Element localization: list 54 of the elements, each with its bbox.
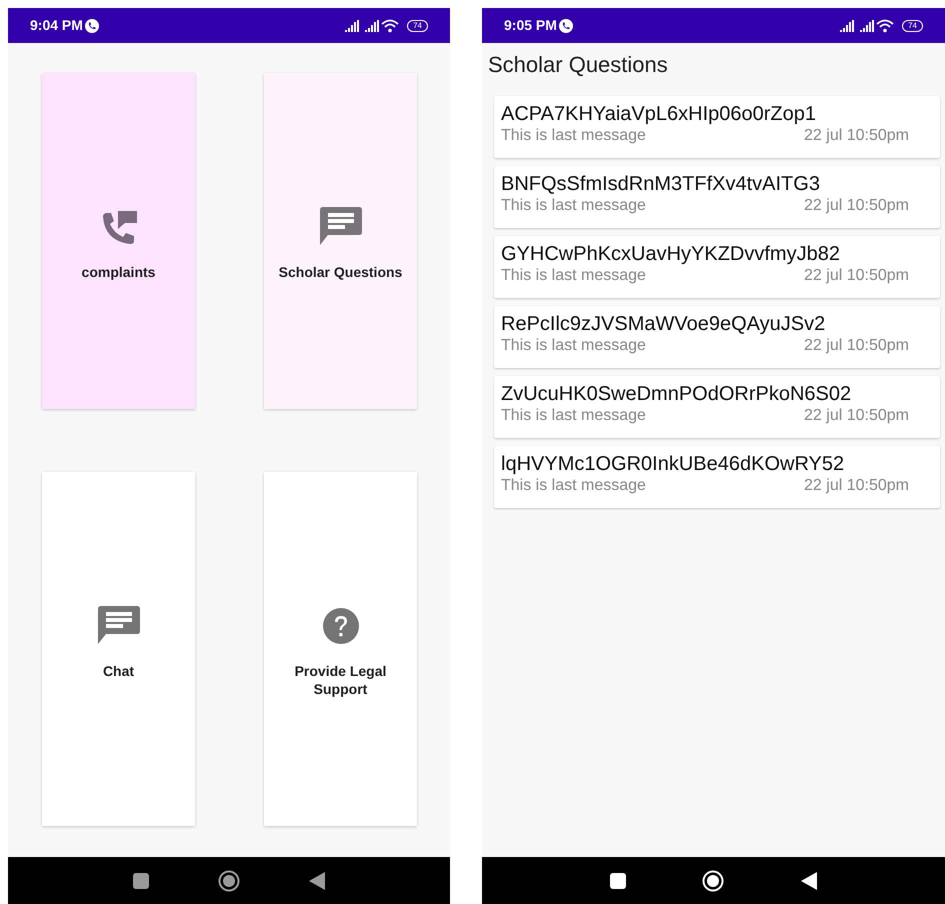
help-icon (322, 608, 358, 644)
message-preview: This is last message (501, 406, 646, 426)
signal-icon (345, 20, 360, 32)
menu-tile[interactable]: Scholar Questions (264, 73, 417, 409)
message-preview: This is last message (501, 196, 646, 216)
sender-id: ZvUcuHK0SweDmnPOdORrPkoN6S02 (501, 382, 852, 406)
message-time: 22 jul 10:50pm (804, 406, 909, 426)
menu-tile[interactable]: complaints (42, 73, 195, 409)
recents-button[interactable] (610, 872, 626, 888)
message-icon (98, 606, 140, 644)
phone-call-icon (558, 18, 573, 32)
sender-id: lqHVYMc1OGR0InkUBe46dKOwRY52 (501, 452, 846, 476)
back-button[interactable] (309, 872, 326, 890)
message-time: 22 jul 10:50pm (804, 336, 909, 356)
message-preview: This is last message (501, 336, 646, 356)
tile-label: Chat (102, 662, 136, 680)
recents-button[interactable] (132, 872, 149, 888)
message-item[interactable]: lqHVYMc1OGR0InkUBe46dKOwRY52 This is last message 22 jul 10:50pm (494, 446, 940, 508)
message-time: 22 jul 10:50pm (804, 266, 909, 286)
back-button[interactable] (800, 872, 817, 890)
battery-indicator: 74 (407, 20, 428, 32)
menu-tile[interactable]: Provide Legal Support (264, 472, 417, 826)
message-time: 22 jul 10:50pm (804, 476, 909, 496)
tile-label: Provide Legal Support (294, 662, 388, 698)
message-item[interactable]: ACPA7KHYaiaVpL6xHIp06o0rZop1 This is last message 22 jul 10:50pm (494, 96, 940, 158)
phone-call-icon (84, 18, 99, 32)
status-time: 9:05 PM (504, 16, 557, 35)
status-time: 9:04 PM (30, 16, 83, 35)
sender-id: BNFQsSfmIsdRnM3TFfXv4tvAITG3 (501, 172, 821, 196)
message-time: 22 jul 10:50pm (804, 126, 909, 146)
tile-label: complaints (80, 263, 156, 281)
signal-icon (840, 20, 854, 32)
battery-indicator: 74 (902, 20, 923, 32)
wifi-icon (876, 18, 894, 32)
message-preview: This is last message (501, 126, 646, 146)
sender-id: ACPA7KHYaiaVpL6xHIp06o0rZop1 (501, 102, 817, 126)
wifi-icon (381, 18, 400, 32)
message-preview: This is last message (501, 476, 646, 496)
signal-icon (860, 20, 874, 32)
message-icon (320, 207, 362, 245)
message-item[interactable]: GYHCwPhKcxUavHyYKZDvvfmyJb82 This is last message 22 jul 10:50pm (494, 236, 940, 298)
phone-message-icon (100, 211, 136, 245)
message-preview: This is last message (501, 266, 646, 286)
message-time: 22 jul 10:50pm (804, 196, 909, 216)
message-item[interactable]: RePcIlc9zJVSMaWVoe9eQAyuJSv2 This is last message 22 jul 10:50pm (494, 306, 940, 368)
menu-tile[interactable]: Chat (42, 472, 195, 826)
signal-icon (365, 20, 380, 32)
sender-id: GYHCwPhKcxUavHyYKZDvvfmyJb82 (501, 242, 841, 266)
sender-id: RePcIlc9zJVSMaWVoe9eQAyuJSv2 (501, 312, 826, 336)
screen-title: Scholar Questions (487, 51, 669, 79)
message-item[interactable]: ZvUcuHK0SweDmnPOdORrPkoN6S02 This is last message 22 jul 10:50pm (494, 376, 940, 438)
tile-label: Scholar Questions (278, 263, 404, 281)
message-item[interactable]: BNFQsSfmIsdRnM3TFfXv4tvAITG3 This is last message 22 jul 10:50pm (494, 166, 940, 228)
home-button[interactable] (218, 870, 240, 892)
